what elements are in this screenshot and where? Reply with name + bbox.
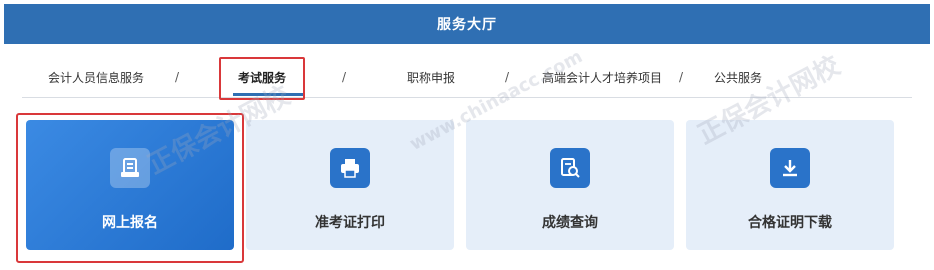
highlight-box-card xyxy=(16,113,244,263)
search-document-icon xyxy=(550,148,590,188)
page-title: 服务大厅 xyxy=(437,17,497,33)
tab-separator: / xyxy=(342,70,347,84)
card-score-query[interactable]: 成绩查询 xyxy=(466,120,674,250)
card-label: 准考证打印 xyxy=(315,215,385,231)
page-header: 服务大厅 xyxy=(4,4,930,44)
download-icon xyxy=(770,148,810,188)
printer-icon xyxy=(330,148,370,188)
card-certificate-download[interactable]: 合格证明下载 xyxy=(686,120,894,250)
tab-accountant-info[interactable]: 会计人员信息服务 xyxy=(48,60,144,94)
card-label: 成绩查询 xyxy=(542,215,598,231)
tab-separator: / xyxy=(679,70,684,84)
tab-separator: / xyxy=(505,70,510,84)
tab-public-services[interactable]: 公共服务 xyxy=(714,60,762,94)
card-label: 合格证明下载 xyxy=(748,215,832,231)
highlight-box-tab xyxy=(219,57,305,100)
service-tabs: 会计人员信息服务 / 考试服务 / 职称申报 / 高端会计人才培养项目 / 公共… xyxy=(22,60,912,98)
tab-separator: / xyxy=(175,70,180,84)
tab-title-application[interactable]: 职称申报 xyxy=(407,60,455,94)
card-admission-ticket-print[interactable]: 准考证打印 xyxy=(246,120,454,250)
tab-senior-talent-program[interactable]: 高端会计人才培养项目 xyxy=(542,60,662,94)
